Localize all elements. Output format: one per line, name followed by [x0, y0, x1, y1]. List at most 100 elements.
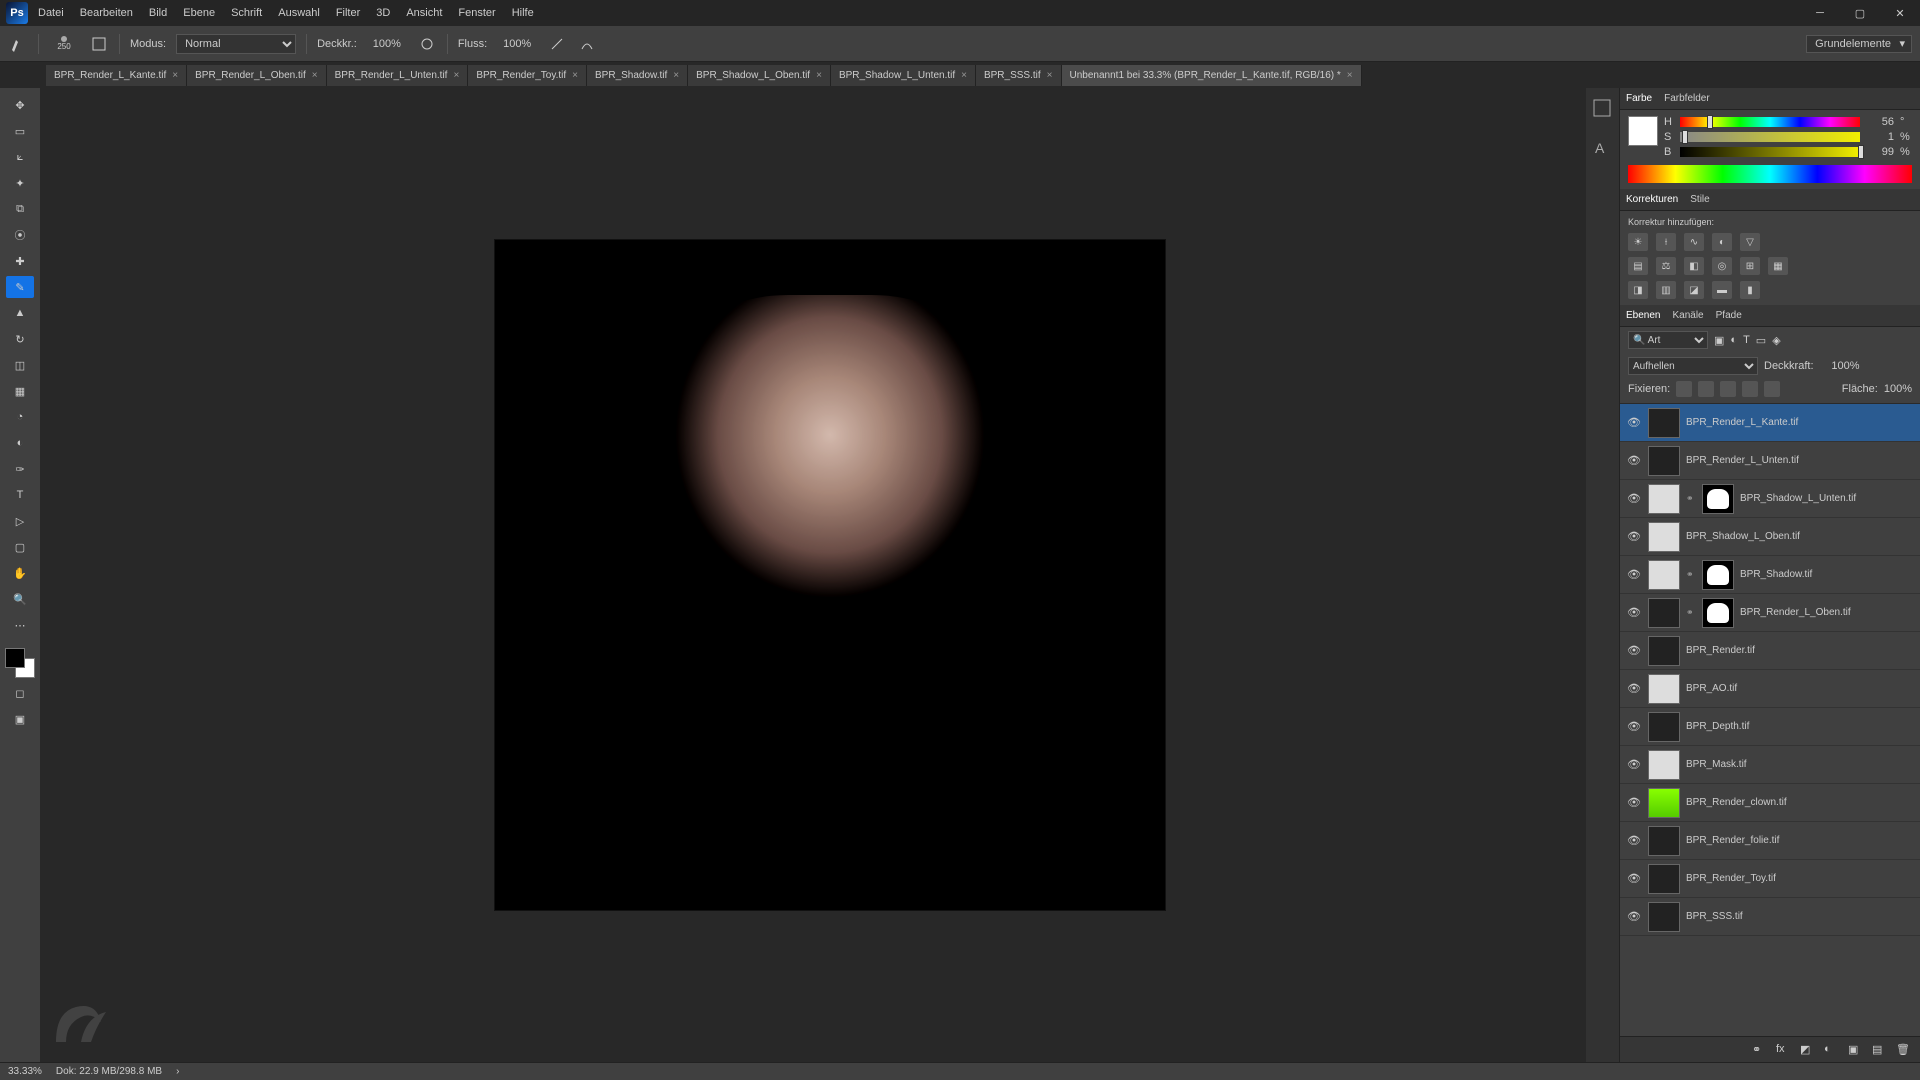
dodge-tool[interactable]: ◐ — [6, 432, 34, 454]
layer-name[interactable]: BPR_Shadow_L_Unten.tif — [1740, 493, 1856, 504]
mask-link-icon[interactable]: ⚭ — [1686, 493, 1696, 504]
opacity-pressure-icon[interactable] — [417, 34, 437, 54]
mask-icon[interactable]: ◩ — [1800, 1043, 1814, 1057]
layer-row[interactable]: 👁BPR_Render_L_Unten.tif — [1620, 442, 1920, 480]
layer-mask-thumbnail[interactable] — [1702, 598, 1734, 628]
layer-thumbnail[interactable] — [1648, 598, 1680, 628]
tab-layers[interactable]: Ebenen — [1626, 310, 1660, 321]
tab-close-icon[interactable]: × — [816, 70, 822, 81]
adj-hue-icon[interactable]: ▤ — [1628, 257, 1648, 275]
clone-stamp-tool[interactable]: ▲ — [6, 302, 34, 324]
layer-row[interactable]: 👁 BPR_Render_L_Kante.tif — [1620, 404, 1920, 442]
visibility-toggle-icon[interactable]: 👁 — [1626, 530, 1642, 543]
menu-file[interactable]: Datei — [38, 7, 64, 19]
path-select-tool[interactable]: ▷ — [6, 510, 34, 532]
visibility-toggle-icon[interactable]: 👁 — [1626, 682, 1642, 695]
adj-threshold-icon[interactable]: ◪ — [1684, 281, 1704, 299]
gradient-tool[interactable]: ▦ — [6, 380, 34, 402]
menu-view[interactable]: Ansicht — [406, 7, 442, 19]
adj-exposure-icon[interactable]: ◐ — [1712, 233, 1732, 251]
eyedropper-tool[interactable]: ⦿ — [6, 224, 34, 246]
layer-thumbnail[interactable] — [1648, 902, 1680, 932]
visibility-toggle-icon[interactable]: 👁 — [1626, 910, 1642, 923]
layer-thumbnail[interactable] — [1648, 788, 1680, 818]
layer-opacity-value[interactable]: 100% — [1820, 360, 1860, 372]
marquee-tool[interactable]: ▭ — [6, 120, 34, 142]
document-tab[interactable]: BPR_Shadow_L_Oben.tif× — [688, 65, 831, 86]
visibility-toggle-icon[interactable]: 👁 — [1626, 416, 1642, 429]
adj-gradient-map-icon[interactable]: ▬ — [1712, 281, 1732, 299]
layer-name[interactable]: BPR_Render_Toy.tif — [1686, 873, 1776, 884]
layer-thumbnail[interactable] — [1648, 522, 1680, 552]
layer-name[interactable]: BPR_AO.tif — [1686, 683, 1737, 694]
adj-lookup-icon[interactable]: ▦ — [1768, 257, 1788, 275]
layer-thumbnail[interactable] — [1648, 712, 1680, 742]
layer-row[interactable]: 👁⚭BPR_Shadow_L_Unten.tif — [1620, 480, 1920, 518]
layer-mask-thumbnail[interactable] — [1702, 484, 1734, 514]
layer-name[interactable]: BPR_Shadow_L_Oben.tif — [1686, 531, 1800, 542]
layer-thumbnail[interactable] — [1648, 864, 1680, 894]
bri-value[interactable]: 99 — [1866, 146, 1894, 158]
tab-close-icon[interactable]: × — [1047, 70, 1053, 81]
layer-name[interactable]: BPR_Render.tif — [1686, 645, 1755, 656]
tab-close-icon[interactable]: × — [1347, 70, 1353, 81]
canvas-area[interactable] — [40, 88, 1620, 1062]
document-canvas[interactable] — [495, 240, 1165, 910]
filter-smart-icon[interactable]: ◈ — [1772, 334, 1780, 347]
filter-type-icon[interactable]: T — [1743, 334, 1750, 346]
type-tool[interactable]: T — [6, 484, 34, 506]
tab-close-icon[interactable]: × — [453, 70, 459, 81]
brush-preset-picker[interactable]: 250 — [49, 29, 79, 59]
menu-filter[interactable]: Filter — [336, 7, 360, 19]
link-layers-icon[interactable]: ⚭ — [1752, 1043, 1766, 1057]
filter-pixel-icon[interactable]: ▣ — [1714, 334, 1724, 347]
visibility-toggle-icon[interactable]: 👁 — [1626, 606, 1642, 619]
quickmask-toggle[interactable]: ◻ — [6, 682, 34, 704]
filter-shape-icon[interactable]: ▭ — [1756, 334, 1766, 347]
current-tool-icon[interactable] — [8, 34, 28, 54]
lock-all-icon[interactable] — [1764, 381, 1780, 397]
character-panel-icon[interactable]: A — [1592, 138, 1614, 160]
tab-close-icon[interactable]: × — [673, 70, 679, 81]
document-tab[interactable]: Unbenannt1 bei 33.3% (BPR_Render_L_Kante… — [1062, 65, 1362, 86]
layer-row[interactable]: 👁BPR_Depth.tif — [1620, 708, 1920, 746]
eraser-tool[interactable]: ◫ — [6, 354, 34, 376]
sat-value[interactable]: 1 — [1866, 131, 1894, 143]
adj-vibrance-icon[interactable]: ▽ — [1740, 233, 1760, 251]
visibility-toggle-icon[interactable]: 👁 — [1626, 834, 1642, 847]
adj-brightness-icon[interactable]: ☀ — [1628, 233, 1648, 251]
document-tab[interactable]: BPR_SSS.tif× — [976, 65, 1062, 86]
spectrum-ramp[interactable] — [1628, 165, 1912, 183]
document-tab[interactable]: BPR_Shadow_L_Unten.tif× — [831, 65, 976, 86]
adj-channel-mixer-icon[interactable]: ⊞ — [1740, 257, 1760, 275]
history-brush-tool[interactable]: ↻ — [6, 328, 34, 350]
menu-help[interactable]: Hilfe — [512, 7, 534, 19]
brush-tool[interactable]: ✎ — [6, 276, 34, 298]
hand-tool[interactable]: ✋ — [6, 562, 34, 584]
layer-name[interactable]: BPR_Render_L_Kante.tif — [1686, 417, 1798, 428]
adj-posterize-icon[interactable]: ▥ — [1656, 281, 1676, 299]
tab-adjustments[interactable]: Korrekturen — [1626, 194, 1678, 205]
tab-close-icon[interactable]: × — [961, 70, 967, 81]
layer-row[interactable]: 👁BPR_Render_clown.tif — [1620, 784, 1920, 822]
adj-selective-color-icon[interactable]: ▮ — [1740, 281, 1760, 299]
adj-bw-icon[interactable]: ◧ — [1684, 257, 1704, 275]
layer-thumbnail[interactable] — [1648, 408, 1680, 438]
opacity-value[interactable]: 100% — [367, 38, 407, 50]
document-tab[interactable]: BPR_Render_Toy.tif× — [468, 65, 587, 86]
size-pressure-icon[interactable] — [577, 34, 597, 54]
visibility-toggle-icon[interactable]: 👁 — [1626, 568, 1642, 581]
screenmode-toggle[interactable]: ▣ — [6, 708, 34, 730]
blend-mode-layer-select[interactable]: Aufhellen — [1628, 357, 1758, 375]
workspace-dropdown[interactable]: Grundelemente — [1806, 35, 1912, 53]
layer-row[interactable]: 👁⚭BPR_Render_L_Oben.tif — [1620, 594, 1920, 632]
layer-filter-select[interactable]: 🔍 Art — [1628, 331, 1708, 349]
visibility-toggle-icon[interactable]: 👁 — [1626, 644, 1642, 657]
tab-styles[interactable]: Stile — [1690, 194, 1709, 205]
tab-close-icon[interactable]: × — [572, 70, 578, 81]
edit-toolbar[interactable]: ⋯ — [6, 614, 34, 636]
layer-thumbnail[interactable] — [1648, 560, 1680, 590]
layer-thumbnail[interactable] — [1648, 674, 1680, 704]
layer-row[interactable]: 👁 BPR_Shadow_L_Oben.tif — [1620, 518, 1920, 556]
crop-tool[interactable]: ⧉ — [6, 198, 34, 220]
